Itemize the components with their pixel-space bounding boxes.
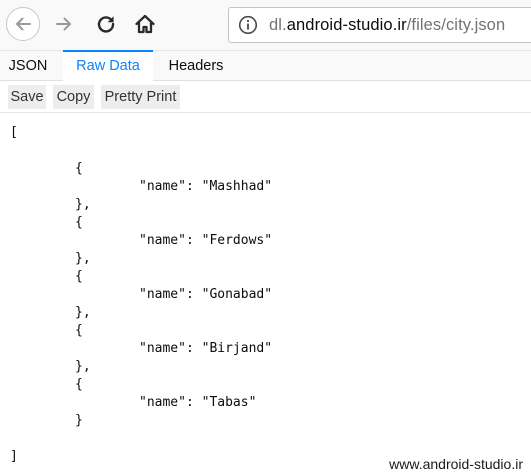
tab-json[interactable]: JSON [5,51,51,81]
pretty-print-button[interactable]: Pretty Print [101,85,180,109]
tab-raw-data[interactable]: Raw Data [63,50,153,81]
url-host: android-studio.ir [286,15,407,34]
url-bar[interactable]: dl.android-studio.ir/files/city.json [228,7,531,43]
json-object-open: { [75,377,83,392]
json-object-open: { [75,269,83,284]
raw-data-actions: Save Copy Pretty Print [0,81,531,113]
home-icon [135,14,155,34]
reload-icon [97,16,115,33]
reload-button[interactable] [89,7,123,41]
url-prefix: dl. [269,15,287,34]
json-key-value: "name": "Ferdows" [139,233,273,248]
url-text: dl.android-studio.ir/files/city.json [269,16,505,35]
url-path: /files/city.json [406,15,506,34]
json-object-close: }, [75,305,91,320]
forward-button[interactable] [47,7,81,41]
json-open-bracket: [ [10,125,18,140]
save-button[interactable]: Save [8,85,46,109]
json-close-bracket: ] [10,449,18,464]
json-object-close: } [75,413,83,428]
copy-button[interactable]: Copy [53,85,94,109]
json-object-close: }, [75,251,91,266]
json-key-value: "name": "Gonabad" [139,287,273,302]
back-arrow-icon [16,17,31,31]
json-key-value: "name": "Tabas" [139,395,257,410]
json-key-value: "name": "Birjand" [139,341,273,356]
json-object-open: { [75,215,83,230]
watermark: www.android-studio.ir [389,456,523,472]
forward-arrow-icon [56,17,71,31]
json-object-close: }, [75,197,91,212]
json-key-value: "name": "Mashhad" [139,179,273,194]
json-object-open: { [75,161,83,176]
tab-headers[interactable]: Headers [162,51,230,81]
json-viewer-tabs: JSON Raw Data Headers [0,50,531,81]
browser-toolbar: dl.android-studio.ir/files/city.json [0,0,531,50]
home-button[interactable] [128,7,162,41]
json-object-open: { [75,323,83,338]
info-icon[interactable] [238,15,258,35]
json-object-close: }, [75,359,91,374]
raw-json-view: [ { "name": "Mashhad" }, { "name": "Ferd… [0,113,531,475]
back-button[interactable] [6,7,40,41]
